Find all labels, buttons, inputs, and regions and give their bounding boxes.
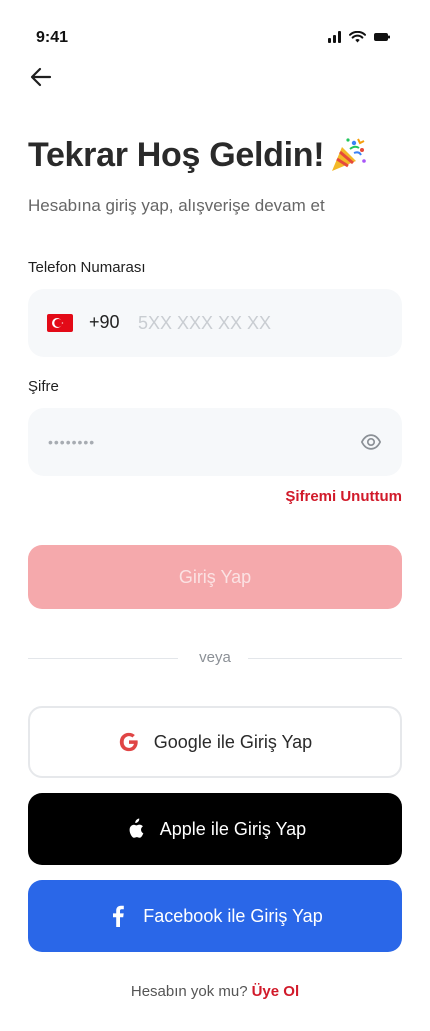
back-button[interactable]: [28, 64, 56, 92]
phone-input[interactable]: [138, 303, 378, 343]
signup-row: Hesabın yok mu? Üye Ol: [0, 983, 430, 1000]
country-code[interactable]: +90: [89, 312, 120, 333]
apple-icon: [124, 818, 146, 840]
google-login-label: Google ile Giriş Yap: [153, 731, 313, 752]
status-time: 9:41: [36, 29, 69, 46]
turkey-flag-icon: [47, 314, 73, 332]
status-icons: [328, 31, 390, 43]
password-field[interactable]: [28, 408, 402, 476]
forgot-password-link[interactable]: Şifremi Unuttum: [285, 488, 402, 505]
signal-icon: [328, 31, 341, 43]
wifi-icon: [349, 31, 366, 43]
facebook-login-button[interactable]: Facebook ile Giriş Yap: [28, 880, 402, 952]
password-label: Şifre: [28, 378, 59, 395]
status-bar: 9:41: [0, 0, 430, 60]
eye-icon[interactable]: [360, 431, 382, 453]
google-icon: [118, 731, 140, 753]
phone-label: Telefon Numarası: [28, 259, 146, 276]
signup-link[interactable]: Üye Ol: [252, 983, 300, 1000]
apple-login-button[interactable]: Apple ile Giriş Yap: [28, 793, 402, 865]
battery-icon: [374, 33, 390, 41]
signup-prompt: Hesabın yok mu?: [130, 983, 248, 1000]
title-row: Tekrar Hoş Geldin!: [28, 135, 368, 175]
password-input[interactable]: [48, 422, 348, 462]
facebook-login-label: Facebook ile Giriş Yap: [143, 905, 323, 926]
google-login-button[interactable]: Google ile Giriş Yap: [28, 706, 402, 778]
apple-login-label: Apple ile Giriş Yap: [159, 818, 307, 839]
divider: veya: [28, 649, 402, 669]
login-button[interactable]: Giriş Yap: [28, 545, 402, 609]
page-subtitle: Hesabına giriş yap, alışverişe devam et: [28, 196, 325, 215]
facebook-icon: [107, 905, 129, 927]
phone-field[interactable]: +90: [28, 289, 402, 357]
party-popper-icon: [332, 138, 367, 171]
back-arrow-icon: [30, 67, 52, 87]
divider-line-right: [248, 658, 402, 659]
page-title: Tekrar Hoş Geldin!: [28, 135, 325, 174]
